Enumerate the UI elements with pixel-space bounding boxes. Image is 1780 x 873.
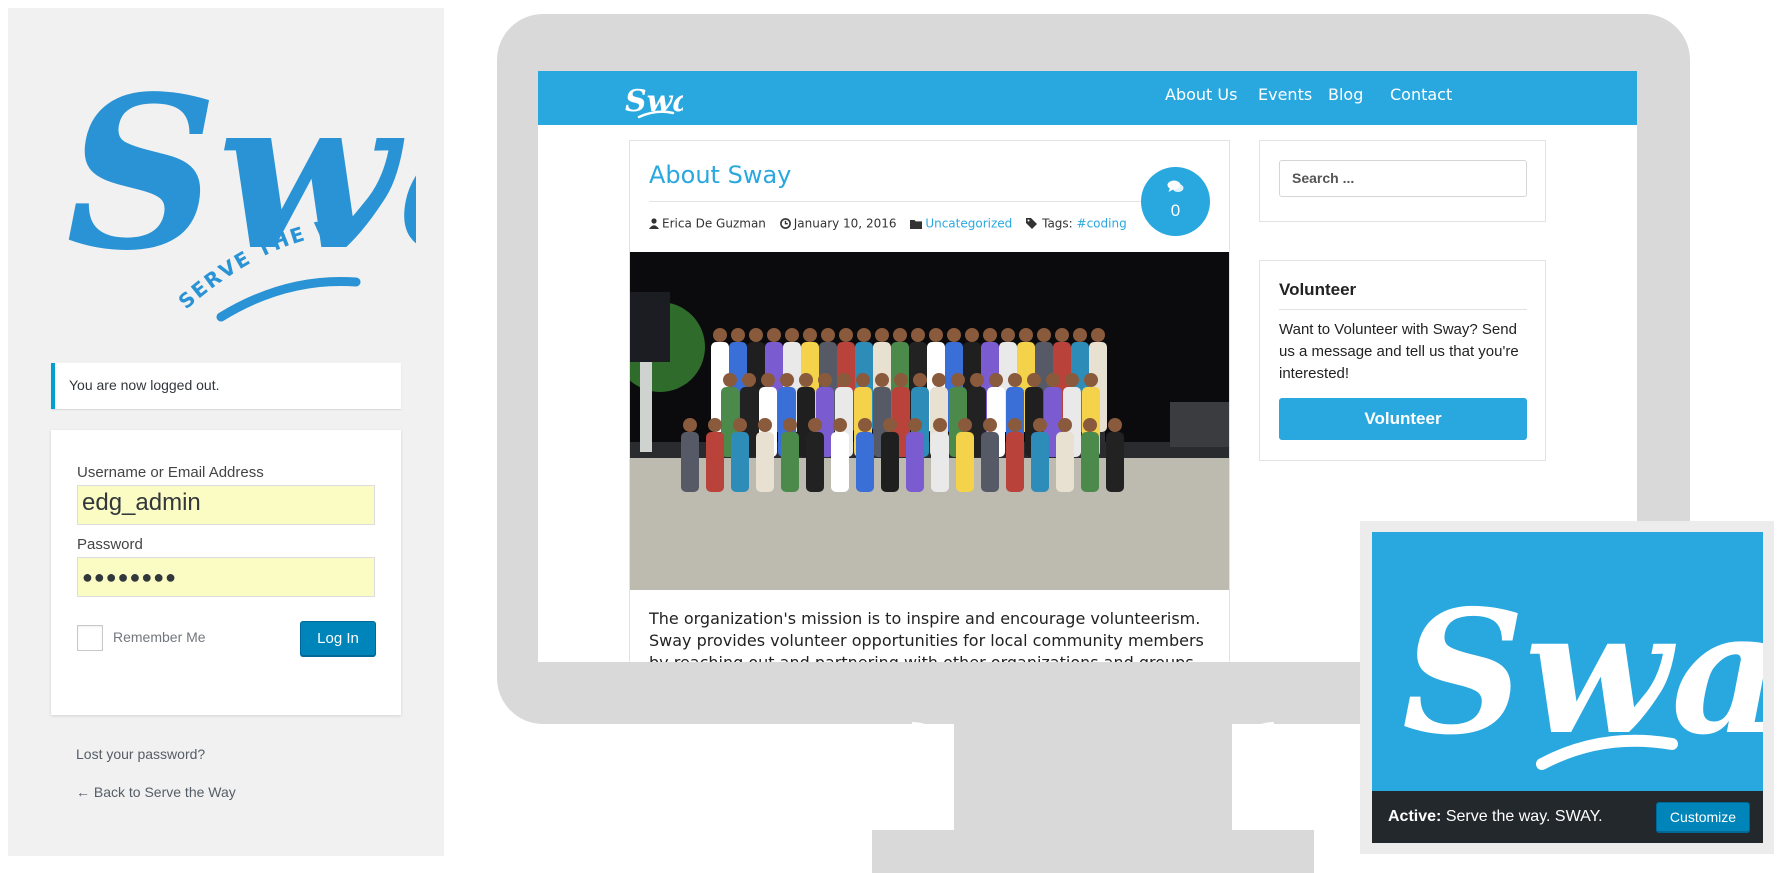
tags-label: Tags: <box>1042 216 1073 231</box>
nav-about-us[interactable]: About Us <box>1165 85 1237 104</box>
comment-count: 0 <box>1170 201 1181 220</box>
login-panel: Sway SERVE THE WAY You are now logged ou… <box>8 8 444 856</box>
clock-icon <box>779 218 791 229</box>
password-input[interactable]: ●●●●●●●● <box>77 557 375 597</box>
back-to-site-link[interactable]: ← Back to Serve the Way <box>76 784 236 800</box>
volunteer-title: Volunteer <box>1279 280 1357 299</box>
post-category-link[interactable]: Uncategorized <box>925 217 1012 231</box>
log-in-button[interactable]: Log In <box>300 621 376 656</box>
comment-icon <box>1167 180 1184 192</box>
site-navbar: Sway About Us Events Blog Contact <box>538 71 1637 125</box>
remember-me-checkbox[interactable] <box>77 625 103 651</box>
site-logo[interactable]: Sway <box>623 77 683 121</box>
monitor-base <box>872 830 1314 873</box>
post-date: January 10, 2016 <box>793 216 897 231</box>
active-theme-card[interactable]: Sway Active: Serve the way. SWAY. Custom… <box>1360 521 1774 854</box>
post-author: Erica De Guzman <box>662 216 766 231</box>
volunteer-widget: Volunteer Want to Volunteer with Sway? S… <box>1259 260 1546 461</box>
folder-icon <box>910 219 923 229</box>
post-featured-photo[interactable] <box>630 252 1229 590</box>
logout-notice: You are now logged out. <box>51 363 401 409</box>
nav-blog[interactable]: Blog <box>1328 85 1363 104</box>
active-theme-name: Active: Serve the way. SWAY. <box>1388 808 1603 825</box>
post-meta: Erica De Guzman January 10, 2016 Uncateg… <box>649 216 1127 231</box>
comment-count-badge[interactable]: 0 <box>1141 167 1210 236</box>
theme-screenshot[interactable]: Sway <box>1372 532 1763 791</box>
password-label: Password <box>77 536 143 553</box>
search-widget: Search ... <box>1259 140 1546 222</box>
volunteer-button[interactable]: Volunteer <box>1279 398 1527 440</box>
post-card: About Sway 0 Erica De Guzman January 10,… <box>629 140 1230 662</box>
nav-events[interactable]: Events <box>1258 85 1312 104</box>
user-icon <box>649 218 659 229</box>
login-form: Username or Email Address edg_admin Pass… <box>51 430 401 715</box>
tags-icon <box>1026 218 1038 229</box>
theme-status-bar: Active: Serve the way. SWAY. Customize <box>1372 791 1763 843</box>
sway-logo[interactable]: Sway SERVE THE WAY <box>56 42 416 332</box>
post-title[interactable]: About Sway <box>649 161 791 189</box>
lost-password-link[interactable]: Lost your password? <box>76 746 205 762</box>
nav-contact[interactable]: Contact <box>1390 85 1452 104</box>
post-tag-link[interactable]: #coding <box>1077 217 1127 231</box>
remember-me-label[interactable]: Remember Me <box>113 629 206 645</box>
username-label: Username or Email Address <box>77 464 264 481</box>
customize-button[interactable]: Customize <box>1656 802 1750 832</box>
monitor-stand <box>954 722 1232 830</box>
post-excerpt: The organization's mission is to inspire… <box>649 609 1204 662</box>
search-input[interactable]: Search ... <box>1279 160 1527 197</box>
username-input[interactable]: edg_admin <box>77 485 375 525</box>
volunteer-text: Want to Volunteer with Sway? Send us a m… <box>1279 321 1519 382</box>
svg-text:Sway: Sway <box>625 84 683 119</box>
